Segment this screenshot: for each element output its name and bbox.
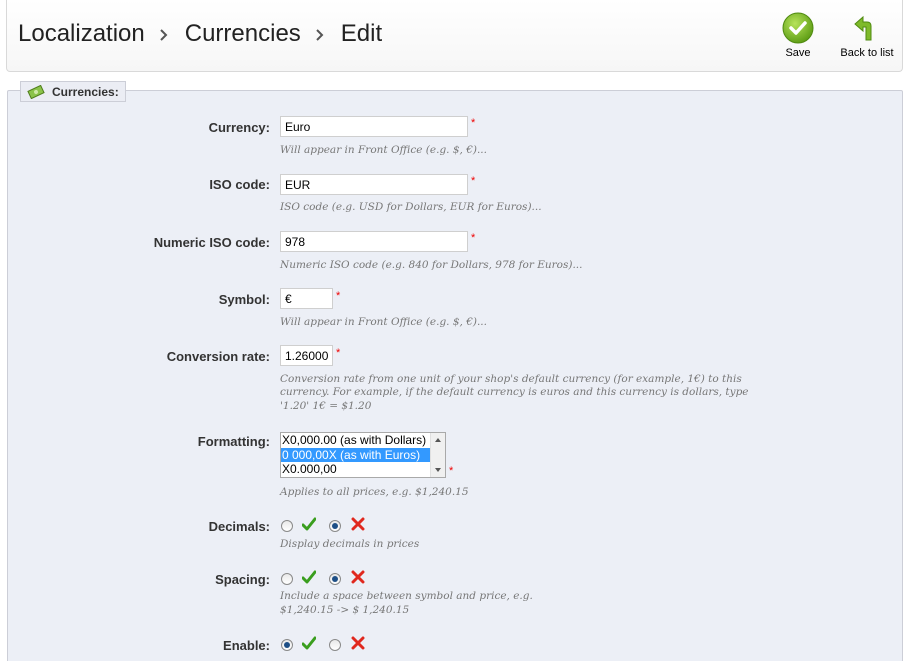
currency-label: Currency: xyxy=(208,120,270,135)
conversion-rate-input[interactable] xyxy=(280,345,333,366)
checkmark-icon xyxy=(302,570,316,584)
conversion-rate-hint-line-3: '1.20' 1€ = $1.20 xyxy=(280,400,372,412)
decimals-label: Decimals: xyxy=(208,519,270,534)
money-icon xyxy=(27,84,45,99)
legend-text: Currencies: xyxy=(52,84,119,99)
formatting-label: Formatting: xyxy=(197,434,270,449)
symbol-hint: Will appear in Front Office (e.g. $, €).… xyxy=(280,316,487,328)
cross-icon xyxy=(351,636,365,650)
formatting-option-selected[interactable]: 0 000,00X (as with Euros) xyxy=(281,447,431,462)
required-marker: * xyxy=(449,465,454,477)
fieldset-legend: Currencies: xyxy=(20,81,126,102)
conversion-rate-label: Conversion rate: xyxy=(166,349,270,364)
scroll-up-icon[interactable] xyxy=(435,438,441,442)
spacing-label: Spacing: xyxy=(215,572,270,587)
toolbar: Localization Currencies Edit Save Back t… xyxy=(6,0,903,72)
enable-yes-radio[interactable] xyxy=(281,639,293,651)
formatting-select[interactable]: X0,000.00 (as with Dollars) 0 000,00X (a… xyxy=(280,432,446,478)
symbol-label: Symbol: xyxy=(218,292,270,307)
checkmark-icon xyxy=(302,636,316,650)
required-marker: * xyxy=(336,290,341,302)
chevron-right-icon xyxy=(315,24,325,44)
back-arrow-icon xyxy=(854,15,872,41)
enable-no-radio[interactable] xyxy=(329,639,341,651)
iso-code-hint: ISO code (e.g. USD for Dollars, EUR for … xyxy=(280,201,542,213)
conversion-rate-hint-line-1: Conversion rate from one unit of your sh… xyxy=(280,373,742,385)
spacing-no-radio[interactable] xyxy=(329,573,341,585)
currency-hint: Will appear in Front Office (e.g. $, €).… xyxy=(280,144,487,156)
symbol-input[interactable] xyxy=(280,288,333,309)
scroll-down-icon[interactable] xyxy=(435,468,441,472)
listbox-scrollbar[interactable] xyxy=(430,433,445,477)
spacing-hint-line-1: Include a space between symbol and price… xyxy=(280,590,533,602)
spacing-yes-radio[interactable] xyxy=(281,573,293,585)
decimals-yes-radio[interactable] xyxy=(281,520,293,532)
required-marker: * xyxy=(471,232,476,244)
breadcrumb-localization[interactable]: Localization xyxy=(18,20,145,48)
chevron-right-icon xyxy=(159,24,169,44)
conversion-rate-hint-line-2: currency. For example, if the default cu… xyxy=(280,386,749,398)
numeric-iso-label: Numeric ISO code: xyxy=(153,235,270,250)
iso-code-label: ISO code: xyxy=(209,177,270,192)
save-button[interactable]: Save xyxy=(778,12,818,59)
decimals-no-radio[interactable] xyxy=(329,520,341,532)
iso-code-input[interactable] xyxy=(280,174,468,195)
spacing-hint-line-2: $1,240.15 -> $ 1,240.15 xyxy=(280,604,410,616)
numeric-iso-hint: Numeric ISO code (e.g. 840 for Dollars, … xyxy=(280,259,583,271)
required-marker: * xyxy=(471,117,476,129)
enable-label: Enable: xyxy=(223,638,270,653)
required-marker: * xyxy=(336,347,341,359)
cross-icon xyxy=(351,517,365,531)
cross-icon xyxy=(351,570,365,584)
back-to-list-button[interactable]: Back to list xyxy=(836,12,898,59)
save-label: Save xyxy=(785,47,811,59)
formatting-option[interactable]: X0.000,00 xyxy=(281,462,431,477)
breadcrumb-edit: Edit xyxy=(340,20,383,47)
decimals-hint: Display decimals in prices xyxy=(280,538,420,550)
breadcrumb: Localization Currencies Edit xyxy=(18,20,382,48)
currency-input[interactable] xyxy=(280,116,468,137)
checkmark-icon xyxy=(302,517,316,531)
formatting-option[interactable]: X0,000.00 (as with Dollars) xyxy=(281,433,431,448)
breadcrumb-currencies[interactable]: Currencies xyxy=(185,20,301,48)
required-marker: * xyxy=(471,175,476,187)
checkmark-circle-icon xyxy=(782,12,814,44)
back-to-list-label: Back to list xyxy=(840,47,894,59)
numeric-iso-input[interactable] xyxy=(280,231,468,252)
formatting-hint: Applies to all prices, e.g. $1,240.15 xyxy=(280,486,469,498)
